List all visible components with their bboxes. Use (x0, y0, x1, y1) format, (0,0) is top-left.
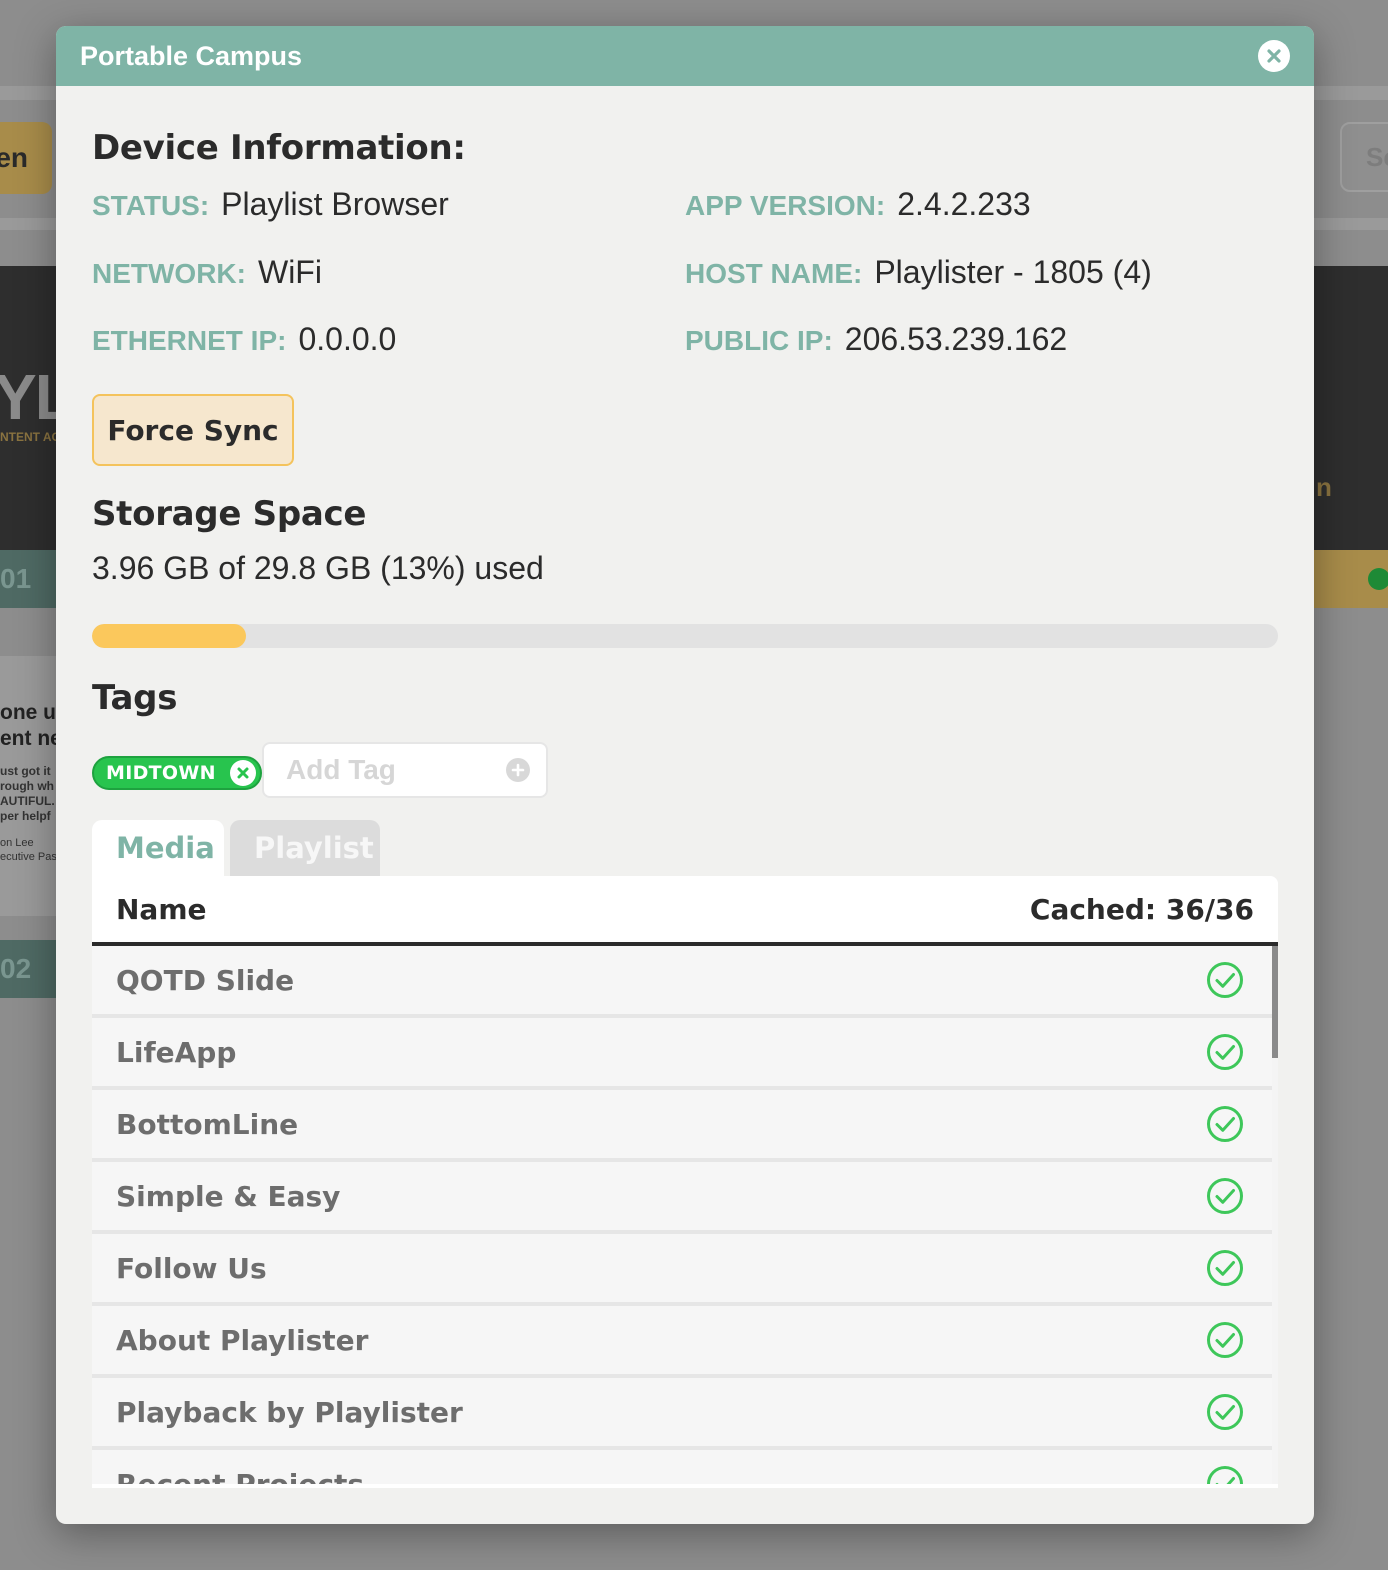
media-name: BottomLine (116, 1107, 299, 1141)
media-name: LifeApp (116, 1035, 237, 1069)
close-icon (1267, 49, 1281, 63)
table-row[interactable]: QOTD Slide (92, 946, 1272, 1018)
media-name: Follow Us (116, 1251, 267, 1285)
bg-left-button: en (0, 122, 52, 194)
table-row[interactable]: Follow Us (92, 1234, 1272, 1306)
table-row[interactable]: LifeApp (92, 1018, 1272, 1090)
bg-row-number: 01 (0, 550, 60, 608)
ethernet-ip-label: ETHERNET IP: (92, 325, 287, 356)
bg-logo-subtitle: NTENT AC (0, 430, 61, 444)
status-label: STATUS: (92, 190, 210, 221)
public-ip-label: PUBLIC IP: (685, 325, 833, 356)
device-modal: Portable Campus Device Information: STAT… (56, 26, 1314, 1524)
tab-playlist[interactable]: Playlist (230, 820, 380, 876)
table-header: Name Cached: 36/36 (92, 876, 1278, 946)
media-name: Recent Projects (116, 1467, 365, 1485)
host-name-label: HOST NAME: (685, 258, 863, 289)
table-row[interactable]: Playback by Playlister (92, 1378, 1272, 1450)
check-icon (1207, 1178, 1243, 1214)
table-body[interactable]: QOTD Slide LifeApp BottomLine Simple & Easy… (92, 946, 1278, 1484)
table-row[interactable]: BottomLine (92, 1090, 1272, 1162)
network-value: WiFi (257, 254, 322, 290)
bg-row-number: 02 (0, 940, 60, 998)
check-icon (1207, 1466, 1243, 1484)
tab-bar: Media Playlist (92, 820, 380, 876)
bg-card-body: ust got it rough wh AUTIFUL. per helpf (0, 764, 55, 823)
force-sync-button[interactable]: Force Sync (92, 394, 294, 466)
close-button[interactable] (1258, 40, 1290, 72)
ethernet-ip-value: 0.0.0.0 (298, 321, 397, 357)
modal-title: Portable Campus (80, 40, 303, 71)
tag-chip-midtown: MIDTOWN (92, 756, 262, 790)
storage-progress-bar (92, 624, 1278, 648)
add-tag-button[interactable] (506, 758, 530, 782)
media-name: QOTD Slide (116, 963, 295, 997)
bg-search-button: Sc (1340, 122, 1388, 192)
tag-label: MIDTOWN (106, 762, 216, 784)
bg-status-dot (1368, 568, 1388, 590)
close-icon (237, 767, 249, 779)
app-version-field: APP VERSION: 2.4.2.233 (685, 186, 1031, 223)
app-version-value: 2.4.2.233 (897, 186, 1031, 222)
check-icon (1207, 1034, 1243, 1070)
public-ip-value: 206.53.239.162 (844, 321, 1068, 357)
add-tag-field (262, 742, 548, 798)
column-cached-header: Cached: 36/36 (1029, 892, 1254, 926)
host-name-field: HOST NAME: Playlister - 1805 (4) (685, 254, 1152, 291)
media-name: Simple & Easy (116, 1179, 341, 1213)
check-icon (1207, 1250, 1243, 1286)
network-label: NETWORK: (92, 258, 246, 289)
column-name-header[interactable]: Name (116, 893, 207, 926)
public-ip-field: PUBLIC IP: 206.53.239.162 (685, 321, 1067, 358)
ethernet-ip-field: ETHERNET IP: 0.0.0.0 (92, 321, 396, 358)
media-name: About Playlister (116, 1323, 369, 1357)
bg-card-author: on Lee ecutive Pas (0, 837, 57, 863)
add-tag-input[interactable] (286, 754, 486, 786)
media-table: Name Cached: 36/36 QOTD Slide LifeApp Bott… (92, 876, 1278, 1488)
check-icon (1207, 1322, 1243, 1358)
storage-summary: 3.96 GB of 29.8 GB (13%) used (92, 550, 544, 586)
plus-icon (511, 763, 525, 777)
app-version-label: APP VERSION: (685, 190, 886, 221)
bg-hero-right-text: n (1316, 472, 1332, 502)
storage-heading: Storage Space (92, 494, 367, 534)
storage-progress-fill (92, 624, 247, 648)
modal-header: Portable Campus (56, 26, 1314, 86)
check-icon (1207, 1394, 1243, 1430)
tab-media[interactable]: Media (92, 820, 224, 876)
status-field: STATUS: Playlist Browser (92, 186, 449, 223)
scrollbar-thumb[interactable] (1272, 946, 1278, 1058)
host-name-value: Playlister - 1805 (4) (874, 254, 1152, 290)
status-value: Playlist Browser (221, 186, 449, 222)
table-row[interactable]: Simple & Easy (92, 1162, 1272, 1234)
check-icon (1207, 962, 1243, 998)
media-name: Playback by Playlister (116, 1395, 463, 1429)
network-field: NETWORK: WiFi (92, 254, 322, 291)
remove-tag-button[interactable] (229, 760, 256, 786)
table-row[interactable]: Recent Projects (92, 1450, 1272, 1484)
table-row[interactable]: About Playlister (92, 1306, 1272, 1378)
tags-heading: Tags (92, 678, 178, 718)
scrollbar[interactable] (1272, 946, 1278, 1484)
device-info-heading: Device Information: (92, 128, 466, 168)
bg-card: one us ent ne ust got it rough wh AUTIFU… (0, 656, 68, 916)
check-icon (1207, 1106, 1243, 1142)
